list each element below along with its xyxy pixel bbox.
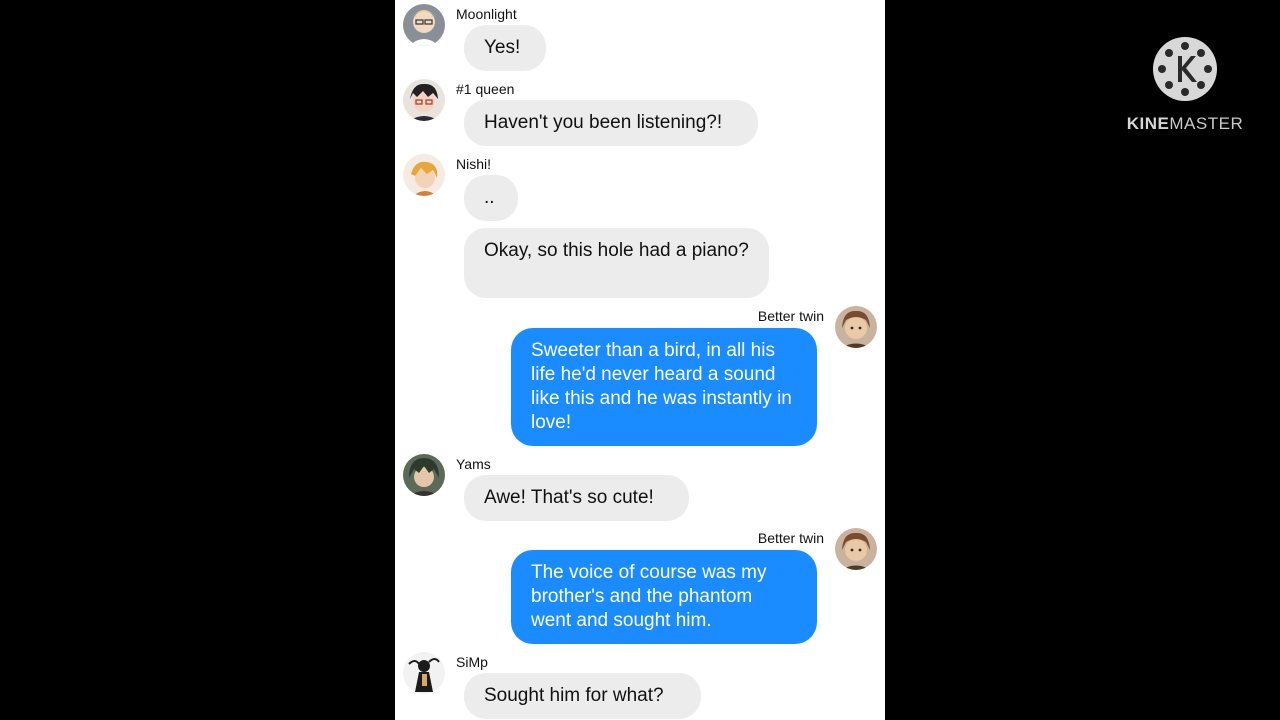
avatar-nishi[interactable] <box>403 154 445 196</box>
message-bubble[interactable]: Sought him for what? <box>464 673 701 719</box>
brand-bold: KINE <box>1126 114 1170 133</box>
sender-name: Better twin <box>757 530 824 546</box>
sender-name: Nishi! <box>456 156 492 172</box>
message-bubble[interactable]: Yes! <box>464 25 546 71</box>
message-bubble[interactable]: Awe! That's so cute! <box>464 475 689 521</box>
sender-name: Better twin <box>757 308 824 324</box>
avatar-yams[interactable] <box>403 454 445 496</box>
avatar-moonlight[interactable] <box>403 4 445 46</box>
avatar-1-queen[interactable] <box>403 79 445 121</box>
kinemaster-wordmark: KINEMASTER <box>1126 114 1244 134</box>
chat-panel: Moonlight Yes! #1 queen Haven't you been… <box>395 0 885 720</box>
kinemaster-k-icon <box>1152 36 1218 102</box>
sender-name: SiMp <box>456 654 488 670</box>
sender-name: Moonlight <box>456 6 517 22</box>
video-frame: Moonlight Yes! #1 queen Haven't you been… <box>0 0 1280 720</box>
brand-thin: MASTER <box>1169 114 1244 133</box>
kinemaster-watermark: KINEMASTER <box>1126 36 1244 136</box>
avatar-better-twin[interactable] <box>835 528 877 570</box>
message-bubble[interactable]: Okay, so this hole had a piano? <box>464 228 769 298</box>
message-bubble[interactable]: The voice of course was my brother's and… <box>511 550 817 644</box>
avatar-simp[interactable] <box>403 652 445 694</box>
sender-name: Yams <box>456 456 491 472</box>
sender-name: #1 queen <box>456 81 515 97</box>
avatar-better-twin[interactable] <box>835 306 877 348</box>
message-bubble[interactable]: Sweeter than a bird, in all his life he'… <box>511 328 817 446</box>
message-bubble[interactable]: .. <box>464 175 518 221</box>
message-bubble[interactable]: Haven't you been listening?! <box>464 100 758 146</box>
